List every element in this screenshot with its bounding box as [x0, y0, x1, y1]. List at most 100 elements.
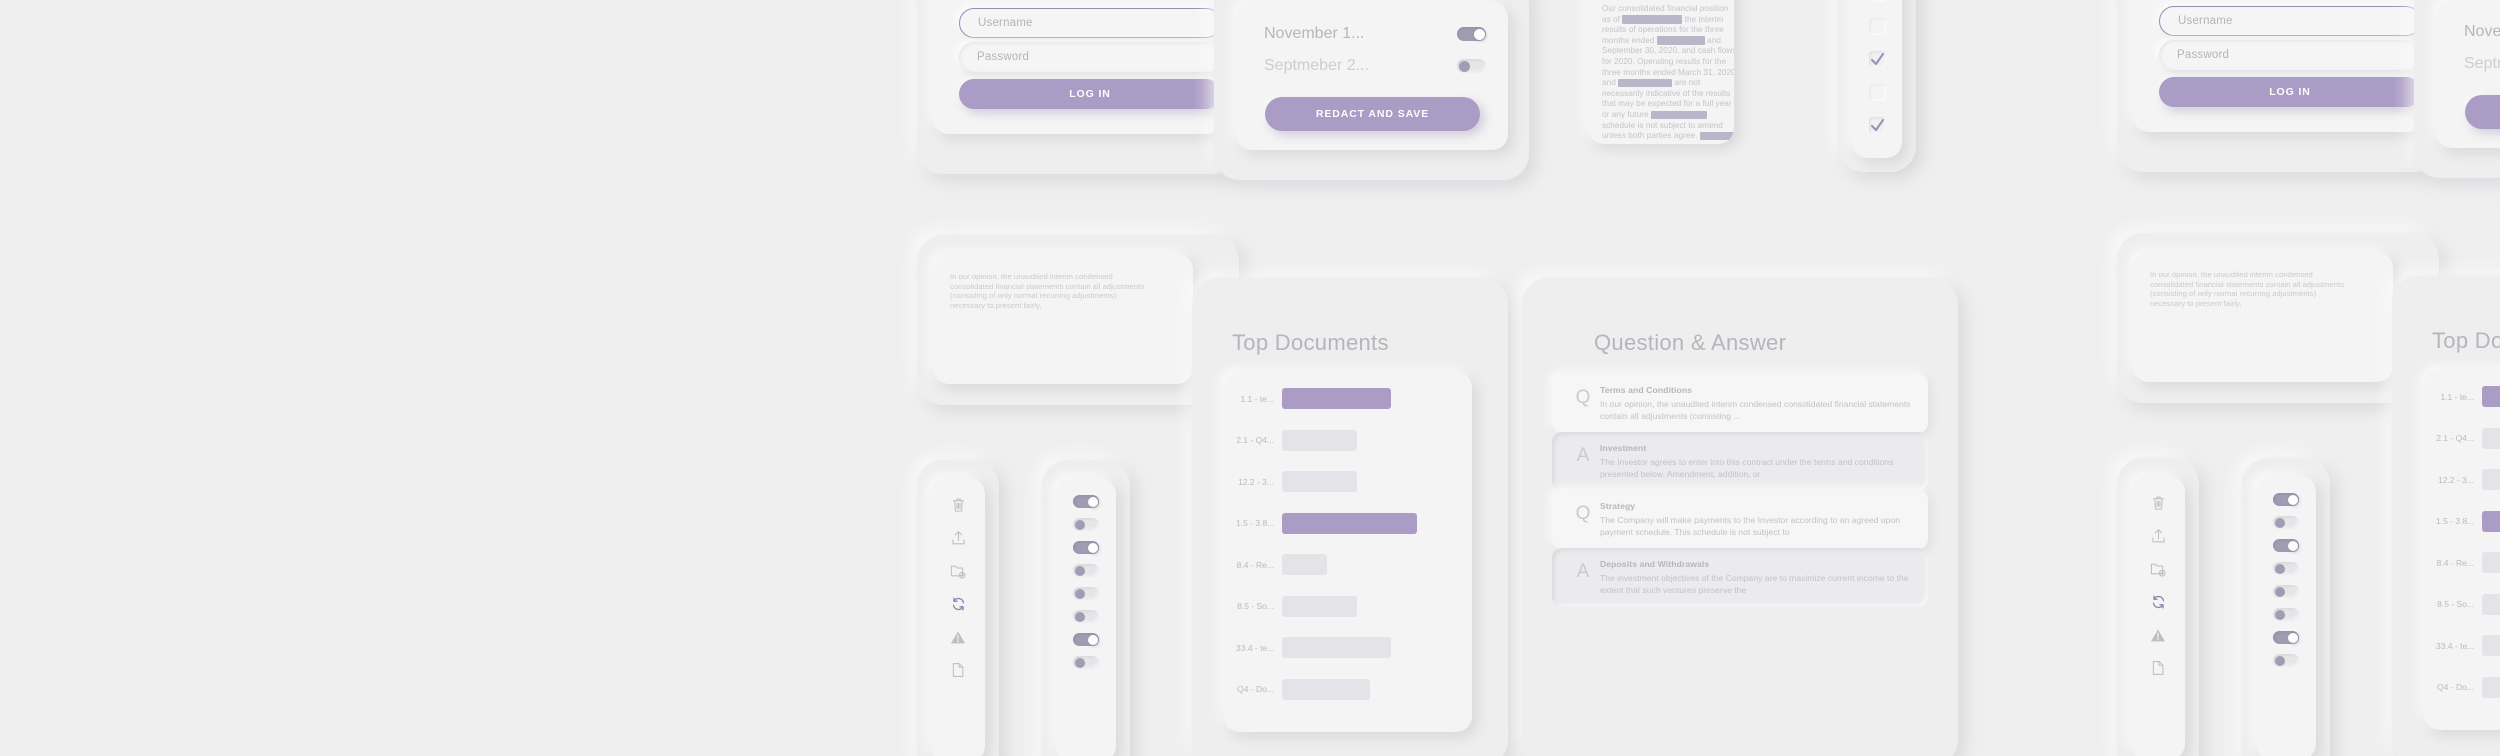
toggle-list-2	[2273, 493, 2299, 667]
redact-card-2: November 1... Septmeber 2... REDACT AND …	[2436, 0, 2500, 148]
bar-row-1[interactable]: 2.1 - Q4...	[1236, 429, 1357, 451]
bar-row-0-2[interactable]: 1.1 - te...	[2436, 386, 2500, 407]
checkbox-3[interactable]	[1868, 51, 1886, 68]
bar-row-3[interactable]: 1.5 - 3.8...	[1236, 512, 1417, 534]
qa-text-1: Investment The Investor agrees to enter i…	[1600, 443, 1912, 480]
checkbox-1[interactable]	[1868, 0, 1886, 2]
bar-row-2[interactable]: 12.2 - 3...	[1236, 471, 1357, 492]
toggle-knob	[2274, 655, 2285, 666]
checkbox-5[interactable]	[1868, 117, 1886, 134]
qa-item-0[interactable]: Q Terms and Conditions In our opinion, the…	[1552, 374, 1928, 434]
redacted-line-1: as of the interim	[1602, 14, 1724, 24]
redact-and-save-button[interactable]: REDACT AND SAVE	[1265, 97, 1480, 131]
username-input-2[interactable]: Username	[2159, 6, 2421, 36]
login-button[interactable]: LOG IN	[959, 79, 1221, 109]
redact-row-1-2[interactable]: Septmeber 2...	[2464, 55, 2500, 73]
bar-fill-5-2	[2482, 593, 2500, 615]
redact-row-0-toggle[interactable]	[1457, 27, 1486, 41]
bar-label-0-2: 1.1 - te...	[2440, 391, 2474, 402]
qa-item-2[interactable]: Q Strategy The Company will make payments …	[1552, 490, 1928, 550]
upload-icon[interactable]	[2149, 527, 2167, 545]
login-button-2[interactable]: LOG IN	[2159, 77, 2421, 107]
trash-icon[interactable]	[2149, 494, 2167, 512]
sync-icon[interactable]	[2149, 593, 2167, 611]
bar-row-0[interactable]: 1.1 - te...	[1236, 388, 1391, 409]
bar-row-6-2[interactable]: 33.4 - te...	[2436, 635, 2500, 656]
redact-row-1[interactable]: Septmeber 2...	[1264, 57, 1486, 75]
redact-panel: November 1... Septmeber 2... REDACT AND …	[1214, 0, 1529, 180]
checkbox-2[interactable]	[1868, 18, 1886, 35]
bar-row-6[interactable]: 33.4 - te...	[1236, 637, 1391, 658]
redact-row-0-2[interactable]: November 1...	[2464, 23, 2500, 41]
question-answer-panel: Question & Answer Q Terms and Conditions I…	[1522, 278, 1958, 756]
redact-row-0[interactable]: November 1...	[1264, 25, 1486, 43]
top-documents-panel-2: Top Documents 1.1 - te... 2.1 - Q4... 12.2…	[2392, 276, 2500, 756]
toggle-6-2[interactable]	[2273, 631, 2299, 644]
toggle-7[interactable]	[1073, 656, 1099, 669]
qa-item-1[interactable]: A Investment The Investor agrees to enter …	[1552, 432, 1928, 492]
bar-fill-0-2	[2482, 386, 2500, 407]
icon-rail-list	[949, 496, 967, 679]
bar-fill-3	[1282, 512, 1417, 534]
toggle-6[interactable]	[1073, 633, 1099, 646]
sync-icon[interactable]	[949, 595, 967, 613]
toggle-knob	[1458, 60, 1470, 72]
folder-add-icon[interactable]	[2149, 560, 2167, 578]
toggle-2[interactable]	[1073, 541, 1099, 554]
bar-row-4-2[interactable]: 8.4 - Re...	[2436, 552, 2500, 573]
file-icon[interactable]	[2149, 659, 2167, 677]
redaction-block	[1656, 36, 1705, 45]
toggle-4[interactable]	[1073, 587, 1099, 600]
upload-icon[interactable]	[949, 529, 967, 547]
toggle-3-2[interactable]	[2273, 562, 2299, 575]
bar-label-0: 1.1 - te...	[1240, 393, 1274, 404]
bar-row-7[interactable]: Q4 - Do...	[1236, 678, 1370, 700]
bar-row-1-2[interactable]: 2.1 - Q4...	[2436, 427, 2500, 449]
toggle-knob	[2274, 586, 2285, 597]
password-input[interactable]: Password	[959, 42, 1221, 72]
bar-row-7-2[interactable]: Q4 - Do...	[2436, 676, 2500, 698]
redacted-line-4: September 30, 2020, and cash flows	[1602, 46, 1734, 56]
folder-add-icon[interactable]	[949, 562, 967, 580]
bar-row-2-2[interactable]: 12.2 - 3...	[2436, 469, 2500, 490]
toggle-column-panel	[1042, 460, 1130, 756]
toggle-5-2[interactable]	[2273, 608, 2299, 621]
toggle-7-2[interactable]	[2273, 654, 2299, 667]
bar-row-4[interactable]: 8.4 - Re...	[1236, 554, 1327, 575]
warning-icon[interactable]	[949, 628, 967, 646]
toggle-4-2[interactable]	[2273, 585, 2299, 598]
bar-label-5: 8.5 - So...	[1237, 601, 1274, 611]
redacted-line-0: Our consolidated financial position	[1602, 4, 1729, 13]
redact-row-1-label-2: Septmeber 2...	[2464, 55, 2500, 72]
warning-icon[interactable]	[2149, 626, 2167, 644]
toggle-5[interactable]	[1073, 610, 1099, 623]
toggle-3[interactable]	[1073, 564, 1099, 577]
bar-row-5-2[interactable]: 8.5 - So...	[2436, 593, 2500, 615]
qa-body-2: The Company will make payments to the In…	[1600, 515, 1900, 537]
redacted-line-6: three months ended March 31, 2020	[1602, 67, 1734, 77]
login-card: Username Password LOG IN	[933, 0, 1223, 134]
bar-fill-7-2	[2482, 676, 2500, 698]
checkbox-list	[1868, 0, 1886, 134]
bar-row-5[interactable]: 8.5 - So...	[1236, 595, 1357, 617]
redact-row-1-toggle[interactable]	[1457, 59, 1486, 73]
toggle-0[interactable]	[1073, 495, 1099, 508]
checkbox-4[interactable]	[1868, 84, 1886, 101]
top-documents-chart-card: 1.1 - te... 2.1 - Q4... 12.2 - 3... 1.5 - 3…	[1224, 372, 1472, 732]
toggle-1[interactable]	[1073, 518, 1099, 531]
toggle-knob	[1473, 28, 1485, 40]
toggle-2-2[interactable]	[2273, 539, 2299, 552]
toggle-0-2[interactable]	[2273, 493, 2299, 506]
bar-fill-0	[1282, 388, 1391, 409]
redact-and-save-button-2[interactable]: REDACT AND SAVE	[2465, 95, 2500, 129]
toggle-1-2[interactable]	[2273, 516, 2299, 529]
opinion-panel: In our opinion, the unaudited interim co…	[917, 235, 1239, 405]
file-icon[interactable]	[949, 661, 967, 679]
bar-row-3-2[interactable]: 1.5 - 3.8...	[2436, 510, 2500, 532]
trash-icon[interactable]	[949, 496, 967, 514]
top-documents-chart-card-2: 1.1 - te... 2.1 - Q4... 12.2 - 3... 1.5 - 3…	[2424, 370, 2500, 730]
qa-item-3[interactable]: A Deposits and Withdrawals The investment …	[1552, 548, 1928, 608]
password-input-2[interactable]: Password	[2159, 40, 2421, 70]
bar-fill-4-2	[2482, 552, 2500, 573]
username-input[interactable]: Username	[959, 8, 1221, 38]
